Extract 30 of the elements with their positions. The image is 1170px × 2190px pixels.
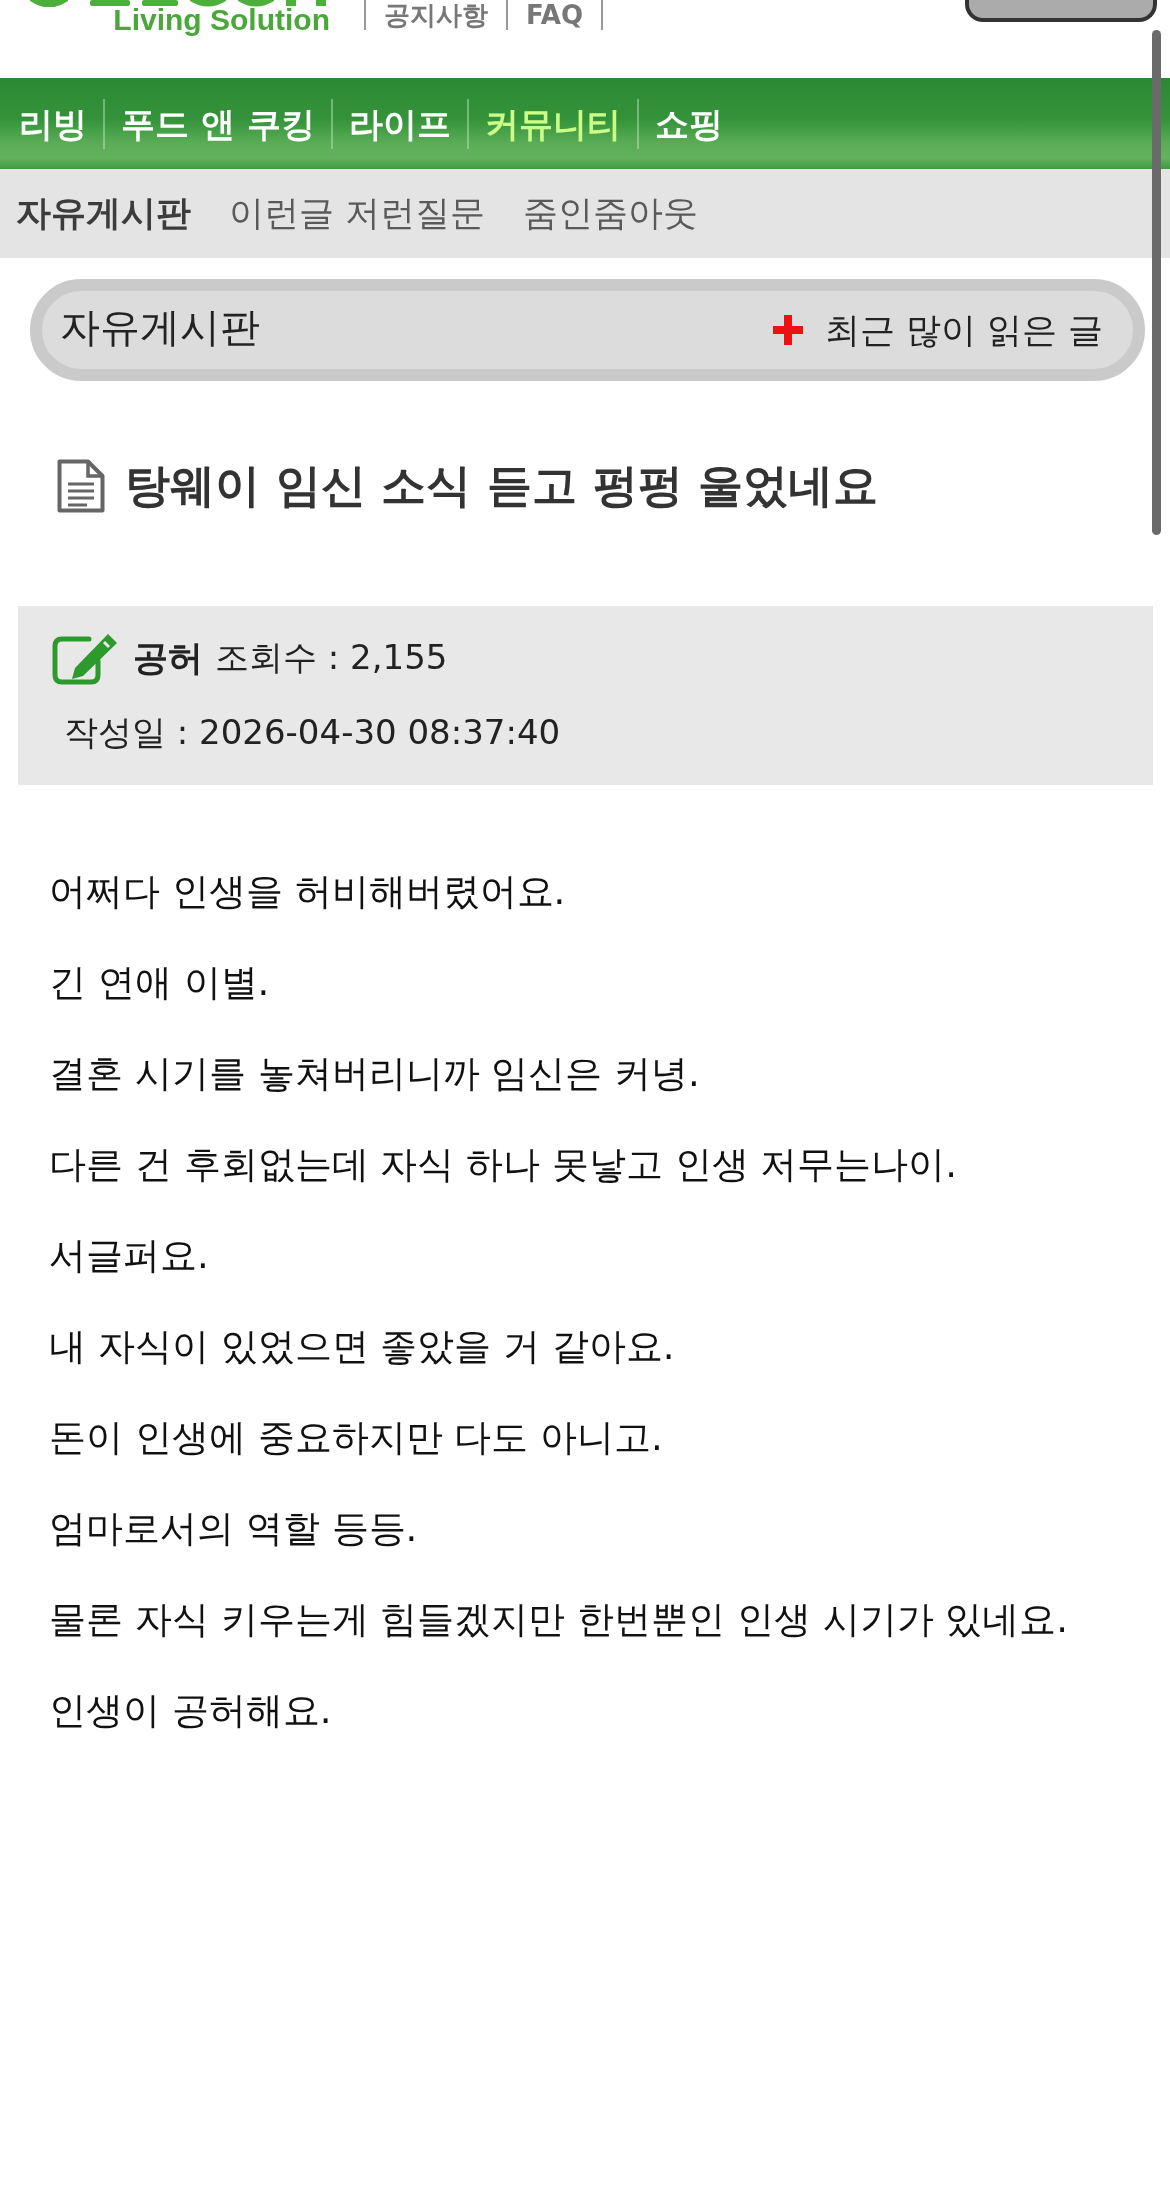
sub-nav-tab[interactable]: 줌인줌아웃 — [523, 190, 699, 237]
main-nav-tab[interactable]: 라이프 — [330, 98, 467, 149]
paragraph: 엄마로서의 역할 등등. — [49, 1506, 418, 1552]
main-nav-tab[interactable]: 커뮤니티 — [466, 98, 637, 149]
paragraph: 인생이 공허해요. — [49, 1688, 332, 1734]
sub-nav-tab[interactable]: 자유게시판 — [16, 190, 191, 237]
post-date: 작성일 : 2026-04-30 08:37:40 — [64, 711, 561, 754]
document-icon — [57, 459, 105, 513]
author-name: 공허 — [133, 636, 203, 680]
header-link[interactable]: 공지사항 — [364, 0, 506, 30]
header-button[interactable] — [965, 0, 1157, 22]
scrollbar[interactable] — [1152, 30, 1161, 535]
header-link[interactable]: FAQ — [506, 0, 601, 30]
paragraph: 긴 연애 이별. — [49, 960, 270, 1006]
paragraph: 돈이 인생에 중요하지만 다도 아니고. — [49, 1415, 663, 1461]
popular-posts-link[interactable]: 최근 많이 읽은 글 — [772, 306, 1103, 354]
paragraph: 물론 자식 키우는게 힘들겠지만 한번뿐인 인생 시기가 있네요. — [49, 1597, 1069, 1643]
paragraph: 서글퍼요. — [49, 1233, 209, 1279]
post-title: 탕웨이 임신 소식 듣고 펑펑 울었네요 — [125, 458, 879, 514]
main-nav-tab[interactable]: 리빙 — [0, 98, 103, 149]
sub-nav-tab[interactable]: 이런글 저런질문 — [229, 190, 486, 237]
plus-icon — [772, 315, 803, 345]
view-count: 조회수 : 2,155 — [215, 636, 448, 679]
paragraph: 결혼 시기를 놓쳐버리니까 임신은 커녕. — [49, 1051, 700, 1097]
main-nav-tab[interactable]: 푸드 앤 쿠킹 — [103, 98, 331, 149]
paragraph: 내 자식이 있었으면 좋았을 거 같아요. — [49, 1324, 675, 1370]
paragraph: 어쩌다 인생을 허비해버렸어요. — [49, 869, 566, 915]
main-nav-tab[interactable]: 쇼핑 — [636, 98, 739, 149]
board-title: 자유게시판 — [60, 302, 260, 352]
paragraph: 다른 건 후회없는데 자식 하나 못낳고 인생 저무는나이. — [49, 1142, 958, 1188]
